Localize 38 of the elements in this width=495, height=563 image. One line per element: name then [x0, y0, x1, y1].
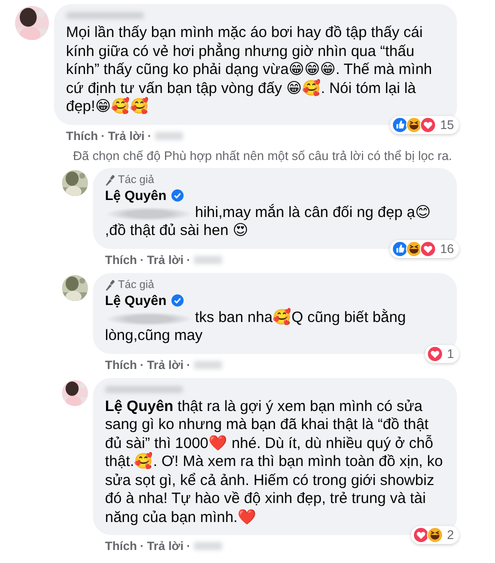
reply-link[interactable]: Trả lời: [147, 358, 184, 372]
like-link[interactable]: Thích: [105, 358, 137, 372]
reaction-summary[interactable]: 16: [390, 240, 459, 258]
separator-dot: ·: [101, 128, 105, 142]
author-label: Tác giả: [118, 278, 154, 292]
author-name[interactable]: Lệ Quyên: [105, 186, 167, 204]
author-name[interactable]: Lệ Quyên: [105, 292, 167, 308]
reaction-summary[interactable]: 1: [425, 344, 459, 362]
laughing-face-icon: [427, 527, 444, 543]
blurred-timestamp: [194, 256, 222, 264]
separator-dot: ·: [186, 252, 191, 266]
reply-link[interactable]: Trả lời: [147, 539, 184, 553]
blurred-timestamp: [194, 360, 222, 368]
like-link[interactable]: Thích: [66, 128, 98, 142]
microphone-icon: [105, 174, 115, 186]
like-link[interactable]: Thích: [105, 252, 137, 266]
like-icon: [392, 240, 408, 256]
separator-dot: ·: [140, 539, 144, 553]
filter-notice: Đã chọn chế độ Phù hợp nhất nên một số câu trả lời có thể bị lọc ra.: [72, 148, 454, 165]
laughing-face-icon: [406, 240, 422, 256]
separator-dot: ·: [140, 358, 144, 372]
comment-text: Mọi lần thấy bạn mình mặc áo bơi hay đồ tập thấy cái kính giữa có vẻ hơi phẳng nhưng giờ nhìn qua “thấu kính” thấy cũng ko phải dạng vừa😁😁😁. Thế mà mình cứ định tư vấn bạn tập vòng đấy 😁🥰. Nói tóm lại là đẹp!😁🥰🥰: [66, 24, 434, 116]
separator-dot: ·: [140, 252, 144, 266]
separator-dot: ·: [148, 128, 152, 142]
blurred-timestamp: [194, 542, 222, 550]
reaction-summary[interactable]: 15: [390, 116, 459, 134]
like-link[interactable]: Thích: [105, 539, 137, 553]
laughing-face-icon: [406, 116, 422, 132]
comment-text: Lệ Quyên thật ra là gợi ý xem bạn mình có sửa sang gì ko nhưng mà bạn đã khai thật là “đồ thật đủ sài” thì 1000❤ nhé. Dù ít, dù nhiều quý ở chỗ thật.🥰. Ơ! Mà xem ra thì bạn mình toàn đồ xịn, ko sửa sọt gì, kể cả ảnh. Hiếm có trong giới showbiz đó à nha! Tự hào về độ xinh đẹp, trẻ trung và tài năng của bạn mình.❤: [105, 398, 444, 527]
author-label: Tác giả: [118, 174, 154, 186]
separator-dot: ·: [186, 358, 191, 372]
reply-link[interactable]: Trả lời: [108, 128, 145, 142]
reaction-summary[interactable]: 2: [411, 526, 459, 544]
reply-link[interactable]: Trả lời: [147, 252, 184, 266]
blurred-timestamp: [154, 132, 183, 140]
separator-dot: ·: [186, 539, 191, 553]
microphone-icon: [105, 279, 115, 291]
like-icon: [392, 116, 408, 132]
